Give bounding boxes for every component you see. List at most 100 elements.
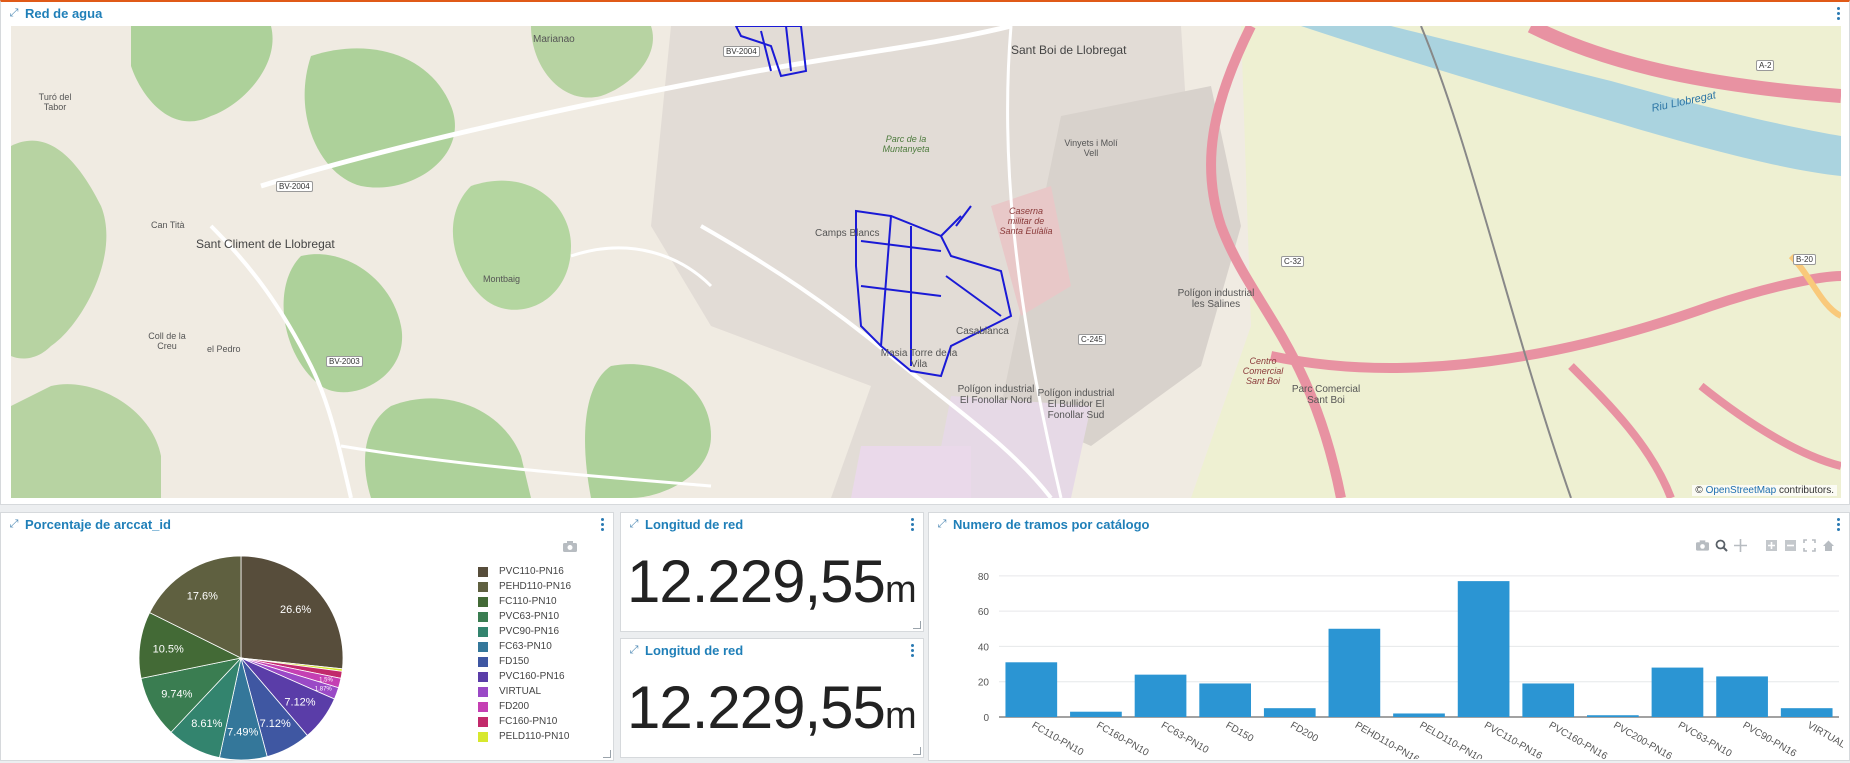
bar[interactable]: [1393, 713, 1445, 717]
x-tick-label: FD200: [1288, 720, 1320, 745]
x-tick-label: PVC90-PN16: [1741, 720, 1799, 759]
bar[interactable]: [1587, 715, 1639, 717]
bar-panel-title: Numero de tramos por catálogo: [953, 516, 1150, 532]
map-label-vinyets: Vinyets i Molí Vell: [1064, 138, 1118, 158]
industrial-area: [851, 446, 971, 498]
legend-item[interactable]: PVC63-PN10: [478, 609, 571, 624]
bar-chart[interactable]: 0 20 40 60 80 FC110-PN10 FC160-PN10 FC63-PN10 FD…: [929, 539, 1849, 759]
pie-legend: PVC110-PN16 PEHD110-PN16 FC110-PN10 PVC63-P…: [478, 564, 571, 744]
map-label-sant-boi: Sant Boi de Llobregat: [1011, 43, 1127, 57]
pie-slice-label: 9.74%: [161, 689, 192, 701]
legend-swatch: [478, 596, 488, 607]
kpi-value: 12.229,55m: [627, 673, 917, 742]
legend-swatch: [478, 641, 488, 652]
legend-label: PVC160-PN16: [499, 671, 565, 682]
map-label-sant-climent: Sant Climent de Llobregat: [196, 237, 335, 251]
bar[interactable]: [1263, 708, 1316, 717]
y-tick-label: 40: [978, 642, 990, 653]
legend-swatch: [478, 656, 488, 667]
legend-item[interactable]: FC160-PN10: [478, 714, 571, 729]
expand-icon[interactable]: ⤢: [627, 517, 641, 531]
resize-handle[interactable]: [913, 621, 921, 629]
map-canvas[interactable]: Sant Boi de Llobregat Sant Climent de Ll…: [11, 26, 1841, 498]
kpi-unit: m: [884, 569, 917, 611]
map-label-fonollar: Polígon industrial El Fonollar Nord: [957, 384, 1035, 406]
legend-label: FD150: [499, 656, 530, 667]
legend-label: FC110-PN10: [499, 596, 557, 607]
map-menu-icon[interactable]: [1833, 5, 1843, 21]
road-shield: BV-2004: [723, 46, 760, 57]
x-tick-label: PELD110-PN10: [1418, 720, 1485, 759]
expand-icon[interactable]: ⤢: [935, 517, 949, 531]
bar[interactable]: [1199, 683, 1251, 717]
bar[interactable]: [1716, 676, 1768, 717]
legend-item[interactable]: PEHD110-PN16: [478, 579, 571, 594]
legend-item[interactable]: FC63-PN10: [478, 639, 571, 654]
map-label-bullidor: Polígon industrial El Bullidor El Fonoll…: [1037, 388, 1115, 421]
map-label-parc-comercial: Parc Comercial Sant Boi: [1291, 384, 1361, 406]
road-shield: C-32: [1281, 256, 1305, 267]
resize-handle[interactable]: [603, 750, 611, 758]
kpi-value: 12.229,55m: [627, 547, 917, 616]
legend-label: PVC63-PN10: [499, 611, 560, 622]
legend-item[interactable]: FD200: [478, 699, 571, 714]
y-tick-label: 20: [978, 678, 990, 689]
bar[interactable]: [1780, 708, 1833, 717]
pie-chart[interactable]: 26.6%1.5%1.87%7.12%7.12%7.49%8.61%9.74%1…: [131, 553, 351, 763]
legend-label: FD200: [499, 701, 530, 712]
road-shield: BV-2004: [276, 181, 313, 192]
x-tick-label: PVC63-PN10: [1676, 720, 1734, 759]
kpi-menu-icon[interactable]: [907, 516, 917, 532]
x-tick-label: PVC110-PN16: [1482, 720, 1544, 759]
kpi-number: 12.229,55: [627, 548, 886, 615]
pie-slice-label: 8.61%: [191, 718, 222, 730]
map-basemap: [11, 26, 1841, 498]
bar[interactable]: [1651, 667, 1704, 717]
bar-panel-header: ⤢ Numero de tramos por catálogo: [929, 513, 1849, 535]
map-label-montbaig: Montbaig: [483, 274, 521, 284]
map-label-marianao: Marianao: [533, 34, 575, 45]
road-shield: B-20: [1793, 254, 1816, 265]
map-label-coll-creu: Coll de la Creu: [148, 331, 186, 351]
bar[interactable]: [1457, 581, 1510, 717]
legend-item[interactable]: PVC160-PN16: [478, 669, 571, 684]
legend-swatch: [478, 626, 488, 637]
kpi-panel-header: ⤢ Longitud de red: [621, 639, 923, 661]
bar[interactable]: [1328, 628, 1381, 717]
expand-icon[interactable]: ⤢: [627, 643, 641, 657]
map-panel-header: ⤢ Red de agua: [1, 2, 1849, 24]
x-tick-label: FC63-PN10: [1159, 720, 1211, 756]
pie-menu-icon[interactable]: [597, 516, 607, 532]
legend-item[interactable]: VIRTUAL: [478, 684, 571, 699]
map-label-centro-comercial: Centro Comercial Sant Boi: [1242, 356, 1284, 386]
resize-handle[interactable]: [913, 747, 921, 755]
x-tick-label: PVC200-PN16: [1611, 720, 1674, 759]
legend-item[interactable]: PVC90-PN16: [478, 624, 571, 639]
legend-swatch: [478, 731, 488, 742]
bar[interactable]: [1134, 674, 1187, 717]
y-tick-label: 0: [983, 713, 989, 724]
expand-icon[interactable]: ⤢: [7, 6, 21, 20]
x-tick-label: FC110-PN10: [1030, 720, 1086, 759]
legend-swatch: [478, 566, 488, 577]
legend-item[interactable]: PVC110-PN16: [478, 564, 571, 579]
kpi-unit: m: [884, 695, 917, 737]
bar[interactable]: [1005, 662, 1058, 717]
kpi-panel: ⤢ Longitud de red 12.229,55m: [620, 512, 924, 632]
camera-icon[interactable]: [563, 541, 577, 552]
osm-link[interactable]: OpenStreetMap: [1706, 485, 1777, 496]
map-label-camps-blancs: Camps Blancs: [815, 228, 880, 239]
bar[interactable]: [1070, 711, 1122, 717]
map-panel: ⤢ Red de agua Sant Boi de Llobregat Sant…: [0, 0, 1850, 505]
attribution-prefix: ©: [1695, 485, 1706, 496]
bar-menu-icon[interactable]: [1833, 516, 1843, 532]
legend-swatch: [478, 611, 488, 622]
legend-item[interactable]: FD150: [478, 654, 571, 669]
y-tick-label: 60: [978, 607, 990, 618]
bar[interactable]: [1522, 683, 1575, 717]
legend-item[interactable]: FC110-PN10: [478, 594, 571, 609]
legend-item[interactable]: PELD110-PN10: [478, 729, 571, 744]
expand-icon[interactable]: ⤢: [7, 517, 21, 531]
map-label-masia: Masia Torre de la Vila: [880, 348, 958, 370]
kpi-menu-icon[interactable]: [907, 642, 917, 658]
